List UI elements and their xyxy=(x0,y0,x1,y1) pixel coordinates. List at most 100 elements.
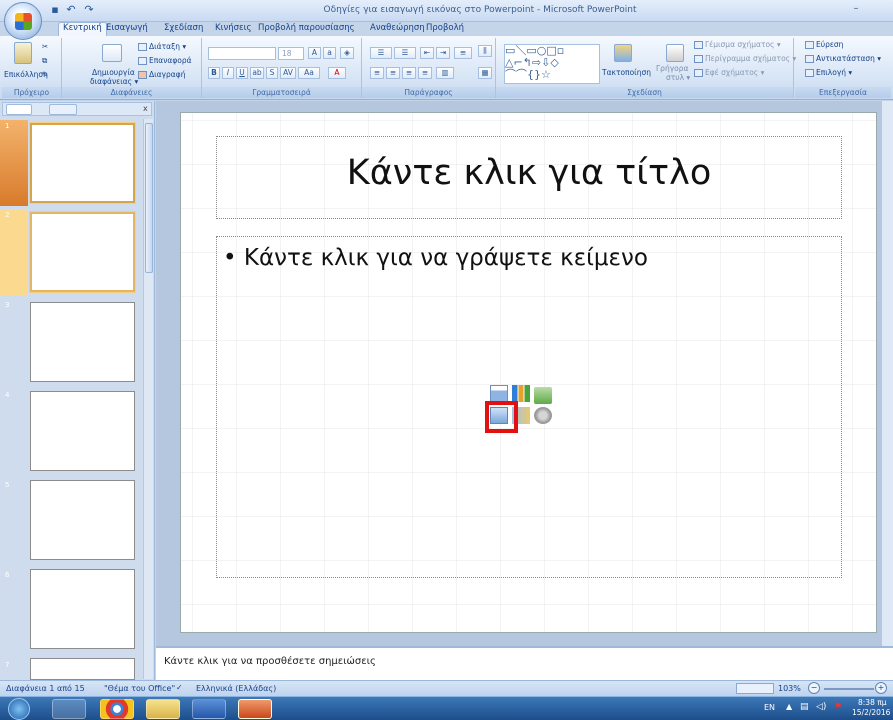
shape-effects-button[interactable]: Εφέ σχήματος ▾ xyxy=(694,68,764,78)
slide-thumbnail-7[interactable] xyxy=(30,658,135,680)
format-painter-icon[interactable]: ✎ xyxy=(42,70,48,80)
font-name-box[interactable] xyxy=(208,47,276,60)
word-icon[interactable] xyxy=(192,699,226,719)
undo-icon[interactable]: ↶ xyxy=(64,3,78,17)
underline-button[interactable]: U xyxy=(236,67,248,79)
arrange-button[interactable]: Τακτοποίηση xyxy=(602,68,651,78)
chrome-icon[interactable] xyxy=(100,699,134,719)
slides-tab[interactable] xyxy=(6,104,32,115)
font-color-button[interactable]: A xyxy=(328,67,346,79)
tray-expand-icon[interactable]: ▲ xyxy=(786,702,792,711)
char-spacing-button[interactable]: AV xyxy=(280,67,296,79)
arrange-icon[interactable] xyxy=(614,44,632,62)
bullets-button[interactable]: ☰ xyxy=(370,47,392,59)
change-case-button[interactable]: Aa xyxy=(298,67,320,79)
powerpoint-icon[interactable] xyxy=(238,699,272,719)
cut-icon[interactable]: ✂ xyxy=(42,42,48,52)
layout-button[interactable]: Διάταξη ▾ xyxy=(138,42,186,52)
office-logo-icon xyxy=(15,13,32,30)
view-buttons[interactable] xyxy=(736,683,774,694)
close-pane-icon[interactable]: x xyxy=(143,104,148,113)
pane-scrollbar[interactable] xyxy=(143,119,153,679)
editor-scrollbar[interactable] xyxy=(881,101,893,646)
select-button[interactable]: Επιλογή ▾ xyxy=(805,68,852,78)
copy-icon[interactable]: ⧉ xyxy=(42,56,47,66)
tab-review[interactable]: Αναθεώρηση xyxy=(370,23,425,33)
network-tray-icon[interactable]: ▤ xyxy=(800,702,809,712)
volume-tray-icon[interactable]: ◁) xyxy=(816,702,826,712)
tab-animations[interactable]: Κινήσεις xyxy=(215,23,251,33)
office-button[interactable] xyxy=(4,2,42,40)
slide-thumbnail-1[interactable] xyxy=(30,123,135,203)
start-button[interactable] xyxy=(8,698,30,720)
italic-button[interactable]: I xyxy=(222,67,234,79)
tab-view[interactable]: Προβολή xyxy=(426,23,464,33)
new-slide-dropdown[interactable]: διαφάνειας ▾ xyxy=(90,77,138,87)
numbering-button[interactable]: ☰ xyxy=(394,47,416,59)
clipboard-group-label: Πρόχειρο xyxy=(2,87,61,98)
shapes-gallery[interactable]: ▭＼▭○□▫ △⌐↰⇨⇩◇ ⌒⌒{}☆ xyxy=(504,44,600,84)
slide-thumbnail-4[interactable] xyxy=(30,391,135,471)
minimize-button[interactable]: – xyxy=(848,3,864,17)
delete-slide-button[interactable]: Διαγραφή xyxy=(138,70,185,80)
tab-design[interactable]: Σχεδίαση xyxy=(164,23,203,33)
clock-date[interactable]: 15/2/2016 xyxy=(852,708,893,717)
find-button[interactable]: Εύρεση xyxy=(805,40,843,50)
pane-scroll-thumb[interactable] xyxy=(145,123,153,273)
tab-home[interactable]: Κεντρική xyxy=(58,22,107,36)
title-placeholder[interactable]: Κάντε κλικ για τίτλο xyxy=(216,136,842,219)
insert-media-icon[interactable] xyxy=(534,407,552,424)
outline-tab[interactable] xyxy=(49,104,77,115)
taskbar-network-app[interactable] xyxy=(52,699,86,719)
insert-smartart-icon[interactable] xyxy=(534,387,552,404)
input-language[interactable]: EN xyxy=(764,703,775,712)
tab-slideshow[interactable]: Προβολή παρουσίασης xyxy=(258,23,355,33)
decrease-indent-button[interactable]: ⇤ xyxy=(420,47,434,59)
notes-placeholder[interactable]: Κάντε κλικ για να προσθέσετε σημειώσεις xyxy=(164,656,376,667)
save-icon[interactable]: ▪ xyxy=(48,3,62,17)
zoom-out-button[interactable]: − xyxy=(808,682,820,694)
columns-button[interactable]: ▥ xyxy=(436,67,454,79)
align-center-button[interactable]: ≡ xyxy=(386,67,400,79)
font-size-box[interactable]: 18 xyxy=(278,47,304,60)
quick-styles-icon[interactable] xyxy=(666,44,684,62)
shape-outline-button[interactable]: Περίγραμμα σχήματος ▾ xyxy=(694,54,796,64)
slide-thumbnail-6[interactable] xyxy=(30,569,135,649)
zoom-in-button[interactable]: + xyxy=(875,682,887,694)
align-right-button[interactable]: ≡ xyxy=(402,67,416,79)
smartart-button[interactable]: ▦ xyxy=(478,67,492,79)
align-left-button[interactable]: ≡ xyxy=(370,67,384,79)
insert-table-icon[interactable] xyxy=(490,385,508,402)
shape-fill-button[interactable]: Γέμισμα σχήματος ▾ xyxy=(694,40,781,50)
language-indicator[interactable]: Ελληνικά (Ελλάδας) xyxy=(196,684,276,693)
insert-chart-icon[interactable] xyxy=(512,385,530,402)
slides-group-label: Διαφάνειες xyxy=(62,87,201,98)
grow-font-button[interactable]: A xyxy=(308,47,321,59)
justify-button[interactable]: ≡ xyxy=(418,67,432,79)
binoculars-icon xyxy=(805,41,814,49)
explorer-icon[interactable] xyxy=(146,699,180,719)
increase-indent-button[interactable]: ⇥ xyxy=(436,47,450,59)
clock-time[interactable]: 8:38 πμ xyxy=(858,698,887,707)
tab-insert[interactable]: Εισαγωγή xyxy=(106,23,148,33)
replace-button[interactable]: Αντικατάσταση ▾ xyxy=(805,54,881,64)
zoom-slider[interactable] xyxy=(824,688,874,690)
new-slide-icon[interactable] xyxy=(102,44,122,62)
slide-thumbnail-5[interactable] xyxy=(30,480,135,560)
text-direction-button[interactable]: ⫼ xyxy=(478,45,492,57)
line-spacing-button[interactable]: ≡ xyxy=(454,47,472,59)
shadow-button[interactable]: S xyxy=(266,67,278,79)
bold-button[interactable]: B xyxy=(208,67,220,79)
slide-thumbnail-3[interactable] xyxy=(30,302,135,382)
paste-icon[interactable] xyxy=(14,42,32,64)
strikethrough-button[interactable]: ab xyxy=(250,67,264,79)
shrink-font-button[interactable]: a xyxy=(323,47,336,59)
action-center-icon[interactable]: ⚑ xyxy=(834,702,842,712)
quick-styles-dropdown[interactable]: στυλ ▾ xyxy=(666,73,690,83)
slide-thumbnail-2[interactable] xyxy=(30,212,135,292)
spell-check-icon[interactable]: ✓ xyxy=(176,683,183,692)
redo-icon[interactable]: ↷ xyxy=(82,3,96,17)
clear-format-button[interactable]: ◈ xyxy=(340,47,354,59)
zoom-level[interactable]: 103% xyxy=(778,684,801,693)
reset-button[interactable]: Επαναφορά xyxy=(138,56,192,66)
